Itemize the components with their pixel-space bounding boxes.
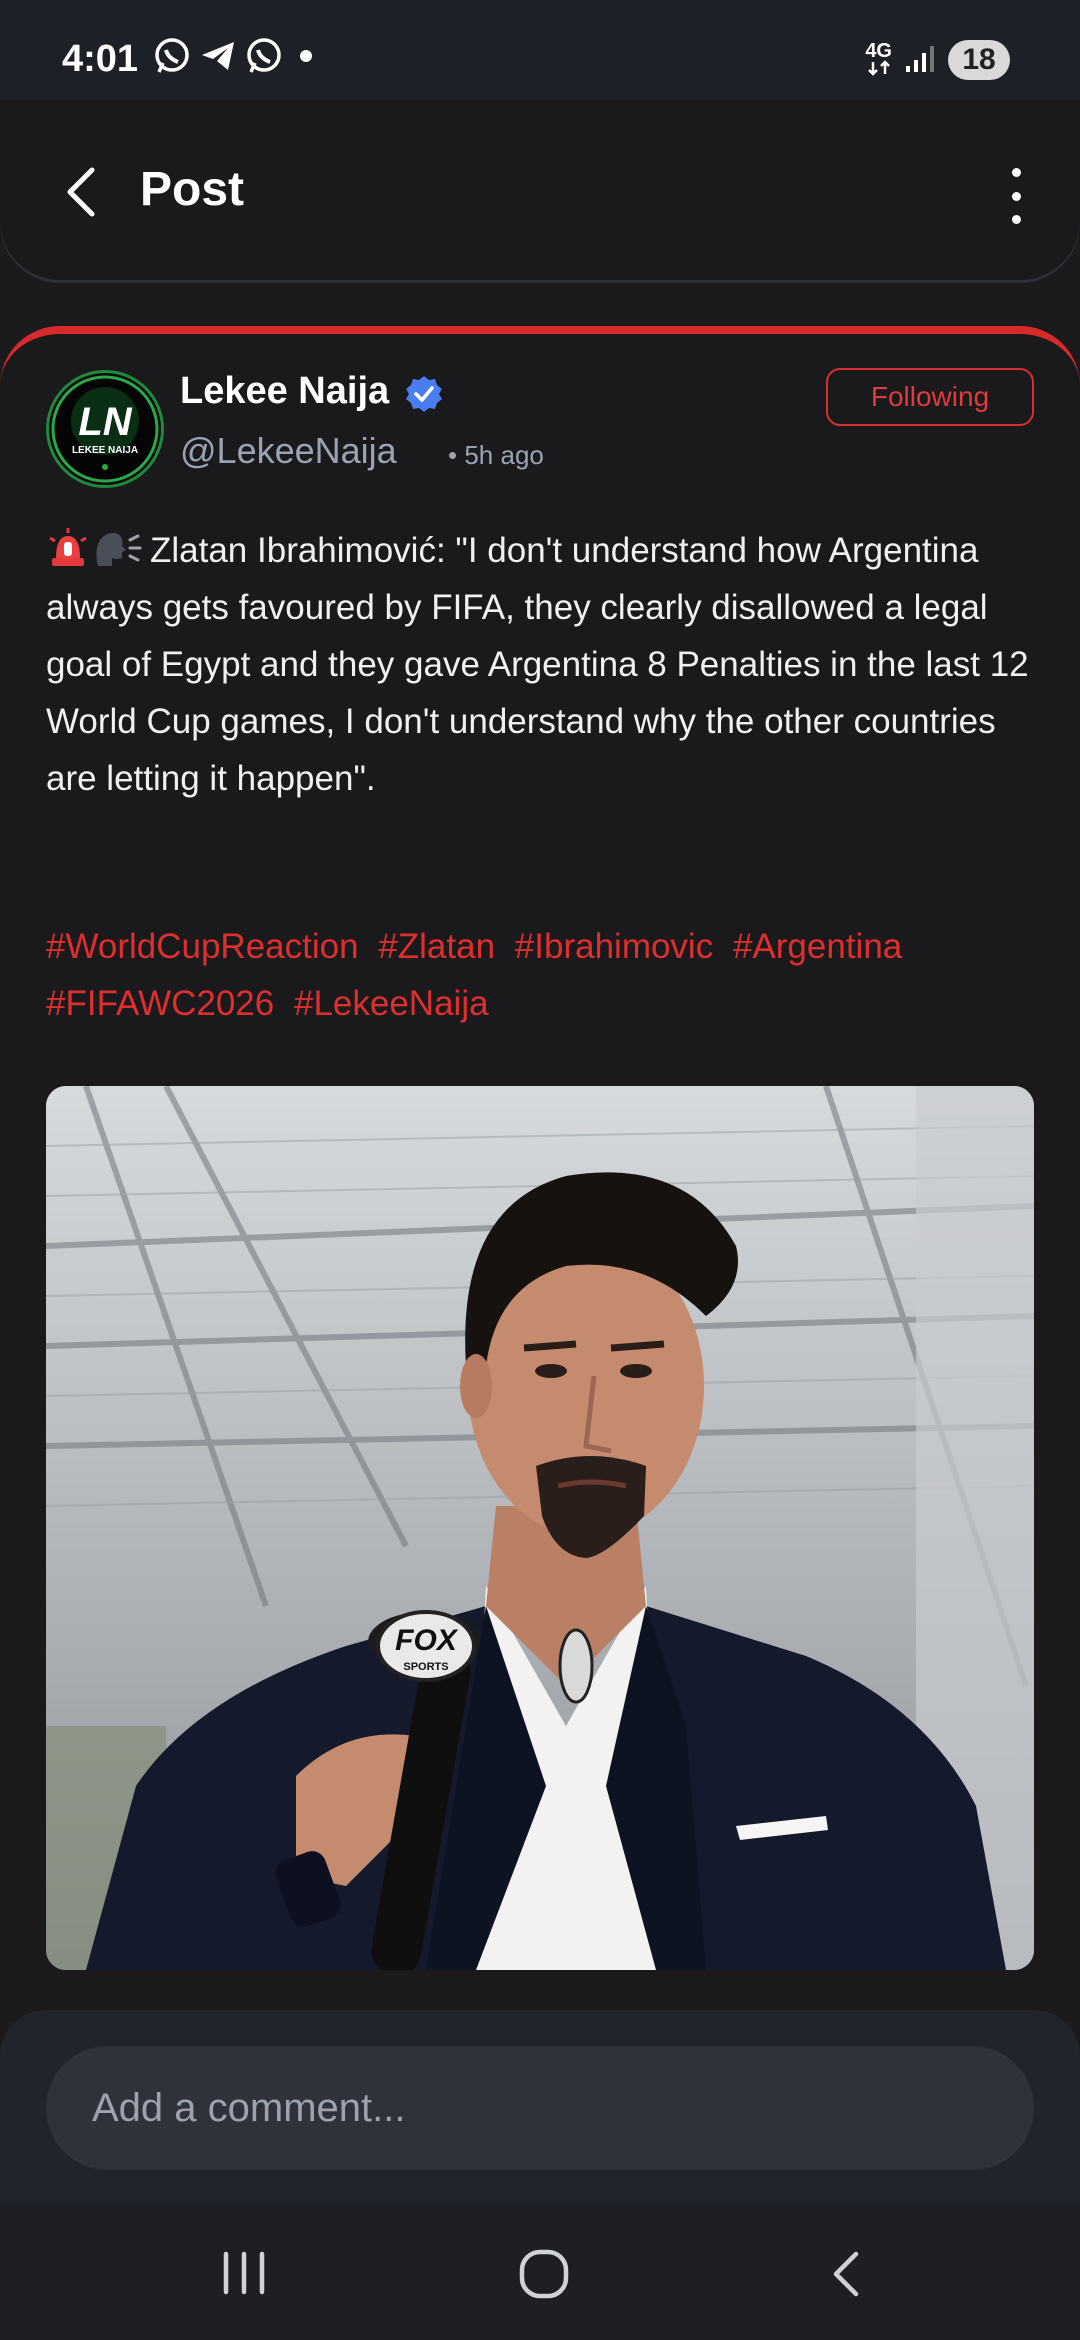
page-title: Post [140, 163, 245, 216]
post-image[interactable]: FOX SPORTS [46, 1086, 1034, 1970]
dot-icon [1011, 215, 1021, 224]
status-bar: 4:01 4G 18 [0, 0, 1080, 100]
siren-icon [46, 528, 90, 568]
post-timestamp: • 5h ago [448, 440, 544, 471]
comment-bar: Add a comment... [0, 2010, 1080, 2204]
system-navigation-bar [0, 2204, 1080, 2340]
system-back-button[interactable] [826, 2248, 866, 2305]
home-button[interactable] [518, 2248, 570, 2305]
post-body: Zlatan Ibrahimović: "I don't understand … [46, 522, 1036, 807]
author-handle[interactable]: @LekeeNaija [180, 430, 397, 472]
hashtag-link[interactable]: #Ibrahimovic [515, 927, 713, 966]
comment-input[interactable]: Add a comment... [46, 2046, 1034, 2170]
time-ago: 5h ago [464, 440, 544, 470]
status-time: 4:01 [62, 38, 139, 80]
dot-icon [1011, 168, 1021, 177]
hashtag-list: #WorldCupReaction #Zlatan #Ibrahimovic #… [46, 918, 1046, 1032]
more-options-button[interactable] [1008, 168, 1024, 224]
post-photo: FOX SPORTS [46, 1086, 1034, 1970]
hashtag-link[interactable]: #Argentina [733, 927, 902, 966]
author-name[interactable]: Lekee Naija [180, 370, 389, 413]
recent-apps-icon [223, 2251, 265, 2295]
hashtag-link[interactable]: #LekeeNaija [294, 984, 489, 1023]
avatar-logo-subtext: LEKEE NAIJA [72, 445, 138, 456]
more-notifications-dot [300, 50, 312, 62]
avatar[interactable]: LN LEKEE NAIJA [46, 370, 164, 488]
chevron-left-icon [67, 167, 95, 217]
signal-icon [904, 42, 936, 79]
home-icon [519, 2249, 569, 2299]
mic-flag-subbrand: SPORTS [403, 1661, 448, 1673]
battery-indicator: 18 [948, 40, 1010, 80]
post-card: LN LEKEE NAIJA Lekee Naija @LekeeNaija •… [0, 326, 1080, 2014]
telegram-icon [198, 36, 238, 76]
separator: • [448, 440, 458, 470]
hashtag-link[interactable]: #FIFAWC2026 [46, 984, 274, 1023]
avatar-logo-text: LN [78, 400, 132, 444]
app-header: Post [0, 100, 1080, 280]
speaking-head-icon [90, 528, 142, 568]
hashtag-link[interactable]: #WorldCupReaction [46, 927, 359, 966]
back-button[interactable] [56, 162, 106, 222]
notification-icons [152, 36, 312, 76]
system-icons: 4G 18 [865, 40, 1010, 80]
verified-badge-icon [404, 374, 444, 414]
following-button[interactable]: Following [826, 368, 1034, 426]
post-text: Zlatan Ibrahimović: "I don't understand … [46, 531, 1029, 798]
network-type: 4G [865, 41, 892, 79]
dot-icon [1011, 191, 1021, 201]
whatsapp-icon [244, 36, 284, 76]
hashtag-link[interactable]: #Zlatan [378, 927, 495, 966]
mic-flag-brand: FOX [395, 1624, 459, 1657]
whatsapp-icon [152, 36, 192, 76]
recent-apps-button[interactable] [218, 2248, 270, 2303]
back-arrow-icon [833, 2251, 859, 2297]
